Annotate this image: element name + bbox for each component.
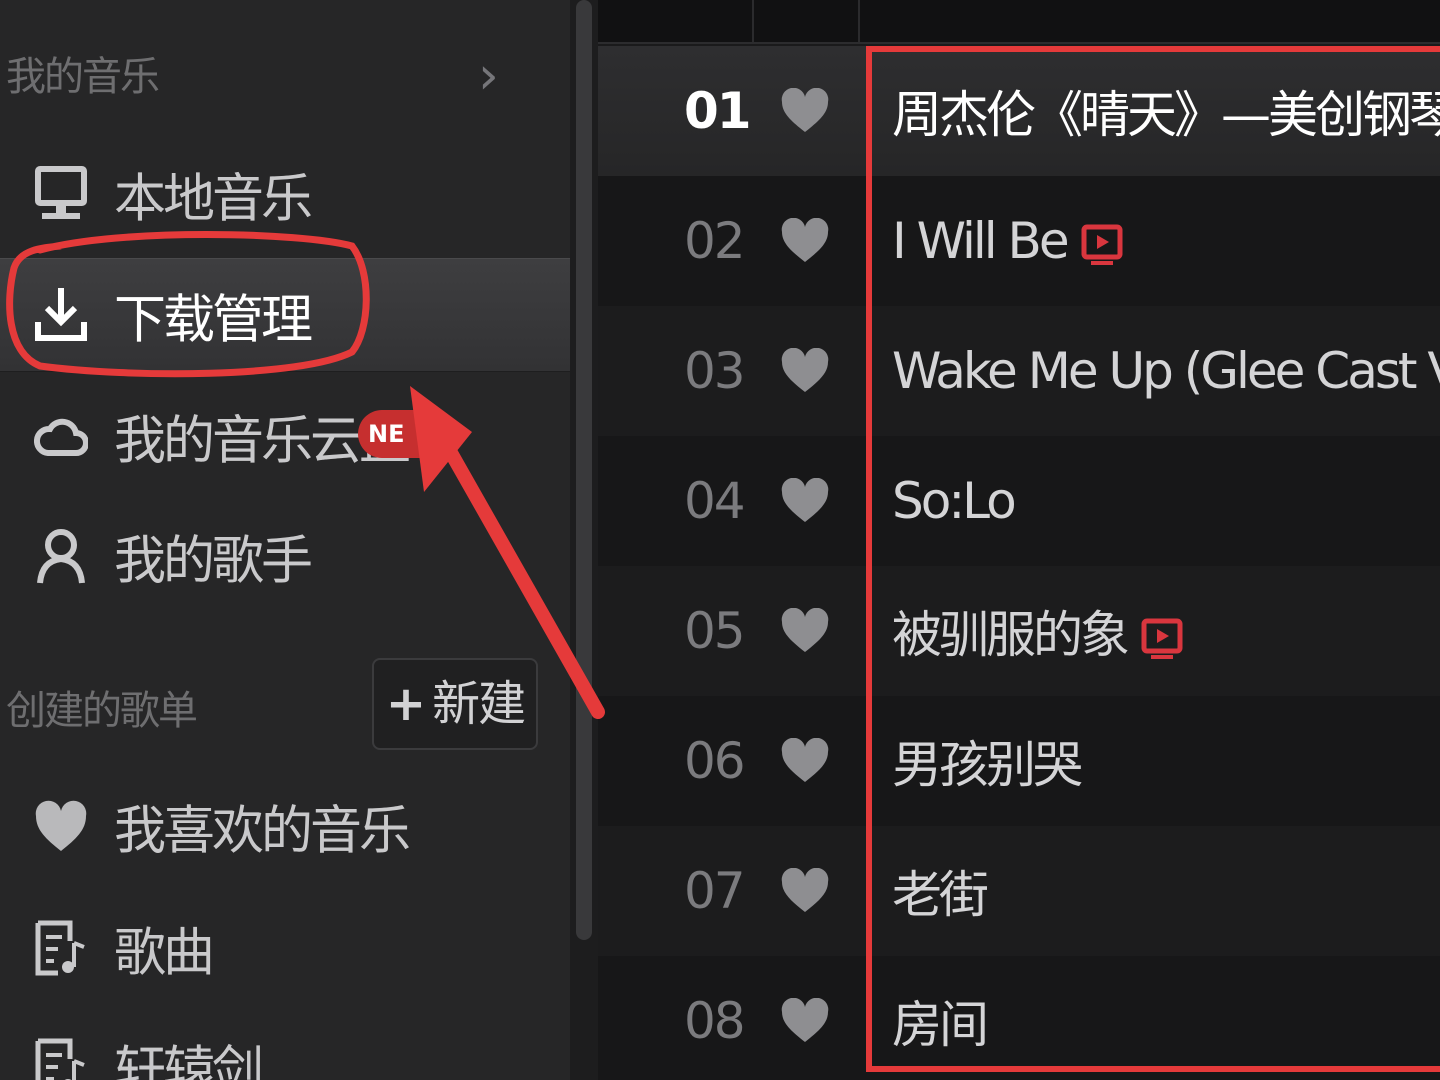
song-number: 02: [684, 212, 746, 270]
mv-icon[interactable]: [1141, 618, 1183, 660]
monitor-icon: [34, 165, 88, 223]
like-heart-icon[interactable]: [780, 998, 830, 1044]
like-heart-icon[interactable]: [780, 478, 830, 524]
song-row[interactable]: 05 被驯服的象: [598, 566, 1440, 696]
user-icon: [34, 527, 88, 585]
column-separator: [858, 0, 860, 42]
sidebar-item-my-artists[interactable]: 我的歌手: [0, 500, 570, 612]
music-app-window: 我的音乐 › 本地音乐 下载管理 我的音乐云盘 NE 我的歌手 创建的歌单 + …: [0, 0, 1440, 1080]
song-number: 04: [684, 472, 746, 530]
song-title: 男孩别哭: [892, 725, 1083, 797]
new-badge: NE: [358, 410, 420, 458]
plus-icon: +: [385, 676, 426, 732]
download-icon: [34, 286, 88, 344]
song-title-text: 被驯服的象: [892, 606, 1130, 664]
sidebar: 我的音乐 › 本地音乐 下载管理 我的音乐云盘 NE 我的歌手 创建的歌单 + …: [0, 0, 570, 1080]
song-title-text: So:Lo: [892, 472, 1017, 530]
song-row[interactable]: 03 Wake Me Up (Glee Cast Version: [598, 306, 1440, 436]
song-title: 被驯服的象: [892, 595, 1183, 667]
new-playlist-button[interactable]: + 新建: [372, 658, 538, 750]
song-number: 06: [684, 732, 746, 790]
heart-icon: [34, 797, 88, 855]
sidebar-item-playlist[interactable]: 歌曲: [0, 892, 570, 1004]
song-title: I Will Be: [892, 212, 1123, 270]
sidebar-item-music-cloud[interactable]: 我的音乐云盘: [0, 380, 570, 492]
song-row[interactable]: 01 周杰伦《晴天》—美创钢琴版: [598, 46, 1440, 176]
song-row[interactable]: 06 男孩别哭: [598, 696, 1440, 826]
song-number: 07: [684, 862, 746, 920]
song-row[interactable]: 02 I Will Be: [598, 176, 1440, 306]
like-heart-icon[interactable]: [780, 348, 830, 394]
song-row[interactable]: 07 老街: [598, 826, 1440, 956]
like-heart-icon[interactable]: [780, 738, 830, 784]
song-title: 周杰伦《晴天》—美创钢琴版: [892, 75, 1440, 147]
sidebar-item-label: 歌曲: [114, 923, 215, 984]
song-row[interactable]: 08 房间: [598, 956, 1440, 1080]
expand-arrow-icon[interactable]: ›: [478, 50, 499, 102]
song-number: 05: [684, 602, 746, 660]
song-list: 01 周杰伦《晴天》—美创钢琴版 02 I Will Be 03 Wake Me Up (…: [598, 0, 1440, 1080]
song-title: Wake Me Up (Glee Cast Version: [892, 342, 1440, 400]
song-row[interactable]: 04 So:Lo: [598, 436, 1440, 566]
sidebar-item-liked-music[interactable]: 我喜欢的音乐: [0, 770, 570, 882]
sidebar-item-label: 我喜欢的音乐: [114, 801, 411, 862]
sidebar-item-label: 下载管理: [114, 290, 313, 351]
song-title-text: 男孩别哭: [892, 736, 1083, 794]
like-heart-icon[interactable]: [780, 608, 830, 654]
song-title: 老街: [892, 855, 989, 927]
song-number: 03: [684, 342, 746, 400]
column-separator: [752, 0, 754, 42]
like-heart-icon[interactable]: [780, 868, 830, 914]
song-list-header: [598, 0, 1440, 44]
like-heart-icon[interactable]: [780, 88, 830, 134]
song-title: So:Lo: [892, 472, 1017, 530]
song-title-text: 周杰伦《晴天》—美创钢琴版: [892, 86, 1440, 144]
sidebar-item-label: 我的歌手: [114, 531, 313, 592]
sidebar-item-download-manager[interactable]: 下载管理: [0, 258, 570, 372]
section-title-my-music: 我的音乐: [6, 54, 160, 100]
song-title-text: 老街: [892, 866, 989, 924]
mv-icon[interactable]: [1081, 224, 1123, 266]
sidebar-scrollbar[interactable]: [570, 0, 598, 1080]
new-playlist-label: 新建: [432, 676, 526, 732]
like-heart-icon[interactable]: [780, 218, 830, 264]
playlist-icon: [34, 1037, 88, 1080]
song-title-text: Wake Me Up (Glee Cast Version: [892, 342, 1440, 400]
sidebar-item-local-music[interactable]: 本地音乐: [0, 138, 570, 250]
sidebar-item-label: 本地音乐: [114, 169, 313, 230]
section-title-created-playlists: 创建的歌单: [6, 688, 198, 734]
sidebar-item-label: 轩辕剑: [114, 1041, 264, 1080]
song-number: 01: [684, 82, 752, 140]
sidebar-item-playlist[interactable]: 轩辕剑: [0, 1010, 570, 1080]
song-title: 房间: [892, 985, 989, 1057]
song-title-text: I Will Be: [892, 212, 1070, 270]
song-number: 08: [684, 992, 746, 1050]
scrollbar-thumb[interactable]: [576, 0, 592, 940]
cloud-icon: [34, 407, 88, 465]
song-title-text: 房间: [892, 996, 989, 1054]
playlist-icon: [34, 919, 88, 977]
